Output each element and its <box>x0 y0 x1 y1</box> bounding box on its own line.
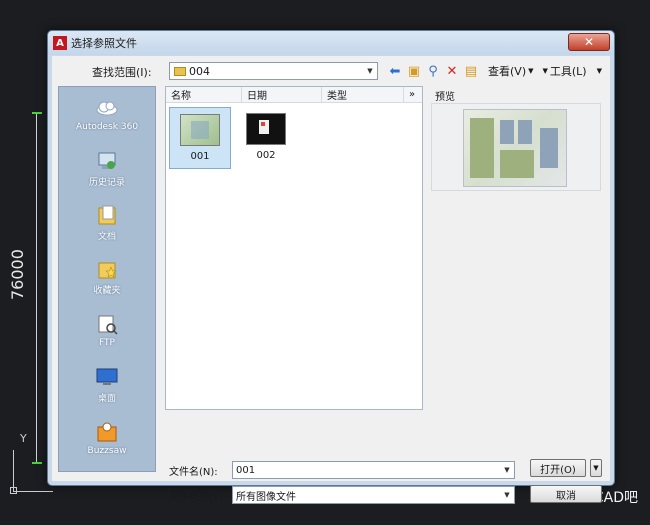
place-label: 桌面 <box>97 393 116 404</box>
desktop-icon <box>94 365 120 389</box>
preview-pane <box>431 103 601 191</box>
file-name: 002 <box>256 150 276 161</box>
place-documents[interactable]: 文档 <box>59 195 155 249</box>
file-item-001[interactable]: 001 <box>169 107 231 169</box>
new-folder-icon[interactable]: ▤ <box>463 63 479 79</box>
chevron-down-icon[interactable]: ▼ <box>500 462 514 478</box>
tools-menu[interactable]: ▼ 工具(L) ▼ <box>543 63 603 79</box>
view-menu-label: 查看(V) <box>488 65 527 78</box>
ftp-icon <box>94 312 120 336</box>
place-history[interactable]: 历史记录 <box>59 141 155 195</box>
chevron-down-icon[interactable]: ▼ <box>363 63 377 79</box>
cancel-button[interactable]: 取消 <box>530 485 602 503</box>
favorites-icon <box>94 257 120 281</box>
place-buzzsaw[interactable]: Buzzsaw <box>59 411 155 465</box>
select-reference-file-dialog: A 选择参照文件 ✕ 查找范围(I): 004 ▼ ⬅ ▣ ⚲ ✕ ▤ 查看(V… <box>47 30 615 504</box>
file-name-field[interactable]: 001 ▼ <box>232 461 515 479</box>
place-label: 历史记录 <box>88 177 125 188</box>
file-name: 001 <box>190 151 210 162</box>
look-in-row: 查找范围(I): 004 ▼ ⬅ ▣ ⚲ ✕ ▤ 查看(V) ▼ ▼ 工具(L) <box>52 60 610 82</box>
preview-label: 预览 <box>435 92 455 103</box>
chevron-down-icon[interactable]: ▼ <box>500 487 514 503</box>
view-menu[interactable]: 查看(V) ▼ <box>488 63 534 79</box>
ucs-origin <box>10 487 17 494</box>
place-ftp[interactable]: FTP <box>59 303 155 357</box>
buzzsaw-icon <box>94 420 120 444</box>
look-in-value: 004 <box>189 64 210 78</box>
preview-image <box>463 109 567 187</box>
file-type-label: 文件类型(T): <box>169 492 227 503</box>
column-date[interactable]: 日期 <box>242 87 322 102</box>
look-in-label: 查找范围(I): <box>92 66 152 79</box>
search-web-icon[interactable]: ⚲ <box>425 63 441 79</box>
file-name-label: 文件名(N): <box>169 467 218 478</box>
file-name-value: 001 <box>236 464 256 476</box>
chevron-down-icon: ▼ <box>528 67 534 75</box>
file-item-002[interactable]: 002 <box>235 107 297 169</box>
ucs-y-label: Y <box>20 432 27 445</box>
file-list-header: 名称 日期 类型 » <box>166 87 422 103</box>
dialog-title: 选择参照文件 <box>71 37 137 50</box>
place-desktop[interactable]: 桌面 <box>59 357 155 411</box>
place-label: Buzzsaw <box>87 446 127 456</box>
up-folder-icon[interactable]: ▣ <box>406 63 422 79</box>
tools-menu-label: 工具(L) <box>549 65 587 78</box>
back-arrow-icon[interactable]: ⬅ <box>387 63 403 79</box>
close-button[interactable]: ✕ <box>568 33 610 51</box>
look-in-select[interactable]: 004 ▼ <box>169 62 378 80</box>
folder-icon <box>174 66 186 76</box>
chevron-down-icon: ▼ <box>542 67 548 75</box>
toolbar: ⬅ ▣ ⚲ ✕ ▤ 查看(V) ▼ ▼ 工具(L) ▼ <box>387 63 602 79</box>
ucs-axis-y <box>13 450 14 492</box>
history-icon <box>94 149 120 173</box>
file-thumbnail <box>180 114 220 146</box>
open-button[interactable]: 打开(O) <box>530 459 586 477</box>
dimension-line <box>36 112 37 464</box>
autocad-logo-icon: A <box>53 36 67 50</box>
file-type-select[interactable]: 所有图像文件 ▼ <box>232 486 515 504</box>
place-label: 收藏夹 <box>93 285 121 296</box>
place-label: 文档 <box>97 231 116 242</box>
ucs-axis-x <box>13 491 53 492</box>
place-autodesk-360[interactable]: Autodesk 360 <box>59 87 155 141</box>
chevron-down-icon: ▼ <box>596 67 602 75</box>
column-type[interactable]: 类型 <box>322 87 404 102</box>
documents-icon <box>94 203 120 227</box>
dialog-content: 查找范围(I): 004 ▼ ⬅ ▣ ⚲ ✕ ▤ 查看(V) ▼ ▼ 工具(L) <box>52 56 610 504</box>
file-thumbnail <box>246 113 286 145</box>
column-name[interactable]: 名称 <box>166 87 242 102</box>
dimension-tick-top <box>32 112 42 114</box>
file-list[interactable]: 名称 日期 类型 » 001 002 <box>165 86 423 410</box>
open-options-chevron-down-icon[interactable]: ▼ <box>590 459 602 477</box>
place-label: Autodesk 360 <box>75 122 139 132</box>
place-label: FTP <box>99 338 115 348</box>
delete-icon[interactable]: ✕ <box>444 63 460 79</box>
places-bar: Autodesk 360 历史记录 文档 收藏夹 FTP 桌面 Buzzsaw <box>58 86 156 472</box>
dimension-text: 76000 <box>8 249 27 300</box>
file-type-value: 所有图像文件 <box>236 491 296 503</box>
dialog-titlebar[interactable]: A 选择参照文件 ✕ <box>48 31 614 55</box>
place-favorites[interactable]: 收藏夹 <box>59 249 155 303</box>
dimension-tick-bottom <box>32 462 42 464</box>
more-columns-icon[interactable]: » <box>404 87 422 102</box>
cloud-icon <box>94 96 120 120</box>
